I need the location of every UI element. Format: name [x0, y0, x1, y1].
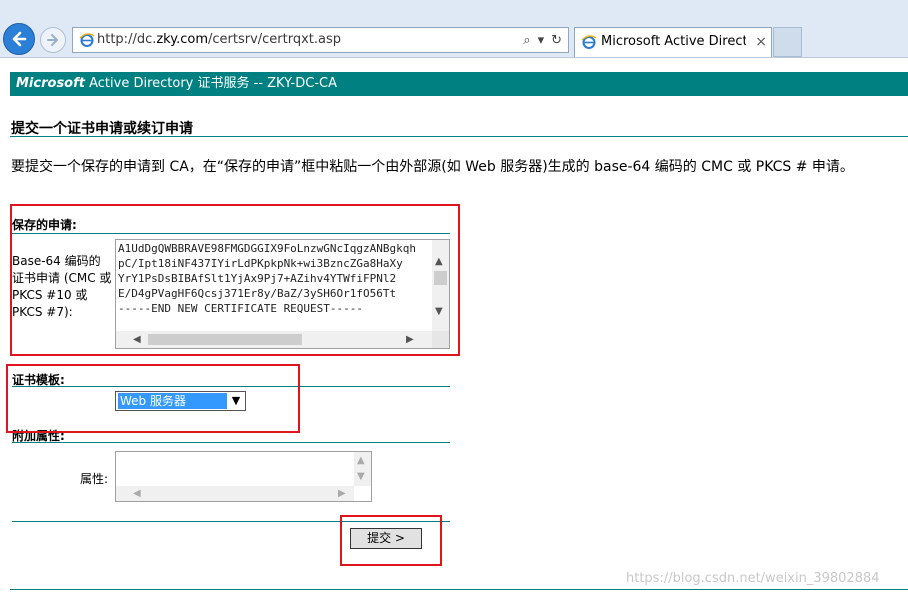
highlight-submit	[340, 515, 442, 566]
title-divider	[10, 136, 908, 137]
attributes-textarea[interactable]: ▲ ▼ ◀ ▶	[115, 451, 372, 502]
scroll-down-icon[interactable]: ▼	[357, 471, 365, 483]
brand-name: Microsoft	[16, 76, 85, 91]
address-bar[interactable]: http://dc.zky.com/certsrv/certrqxt.asp ⌕…	[72, 27, 569, 53]
browser-tab[interactable]: Microsoft Active Director... ×	[574, 27, 772, 57]
forward-button[interactable]	[40, 27, 66, 53]
url-text[interactable]: http://dc.zky.com/certsrv/certrqxt.asp	[97, 28, 341, 52]
close-tab-icon[interactable]: ×	[755, 28, 767, 56]
header-banner: Microsoft Active Directory 证书服务 -- ZKY-D…	[10, 72, 908, 96]
search-icon[interactable]: ⌕	[523, 33, 530, 48]
forward-arrow-icon	[47, 34, 58, 46]
attributes-text[interactable]	[118, 454, 348, 484]
attributes-divider	[12, 442, 450, 443]
scroll-up-icon[interactable]: ▲	[357, 455, 365, 467]
banner-title: Active Directory 证书服务 -- ZKY-DC-CA	[84, 76, 337, 91]
back-button[interactable]	[3, 23, 35, 55]
horizontal-scrollbar[interactable]: ◀ ▶	[116, 486, 354, 501]
page-title: 提交一个证书申请或续订申请	[11, 121, 193, 137]
highlight-saved-request	[10, 204, 460, 356]
back-arrow-icon	[12, 31, 27, 47]
ie-page-icon	[79, 33, 95, 47]
chevron-down-icon[interactable]: ▾	[538, 33, 545, 48]
scroll-left-icon[interactable]: ◀	[133, 488, 141, 500]
refresh-icon[interactable]: ↻	[551, 33, 562, 48]
intro-text: 要提交一个保存的申请到 CA，在“保存的申请”框中粘贴一个由外部源(如 Web …	[11, 159, 854, 175]
attributes-label: 属性:	[80, 472, 109, 486]
tab-title: Microsoft Active Director...	[601, 34, 746, 49]
ie-tab-icon	[581, 35, 597, 49]
scroll-right-icon[interactable]: ▶	[338, 488, 346, 500]
vertical-scrollbar[interactable]: ▲ ▼	[354, 452, 371, 486]
footer-divider	[10, 589, 908, 590]
watermark: https://blog.csdn.net/weixin_39802884	[626, 571, 880, 586]
new-tab-button[interactable]	[773, 27, 802, 57]
highlight-template	[6, 364, 300, 433]
